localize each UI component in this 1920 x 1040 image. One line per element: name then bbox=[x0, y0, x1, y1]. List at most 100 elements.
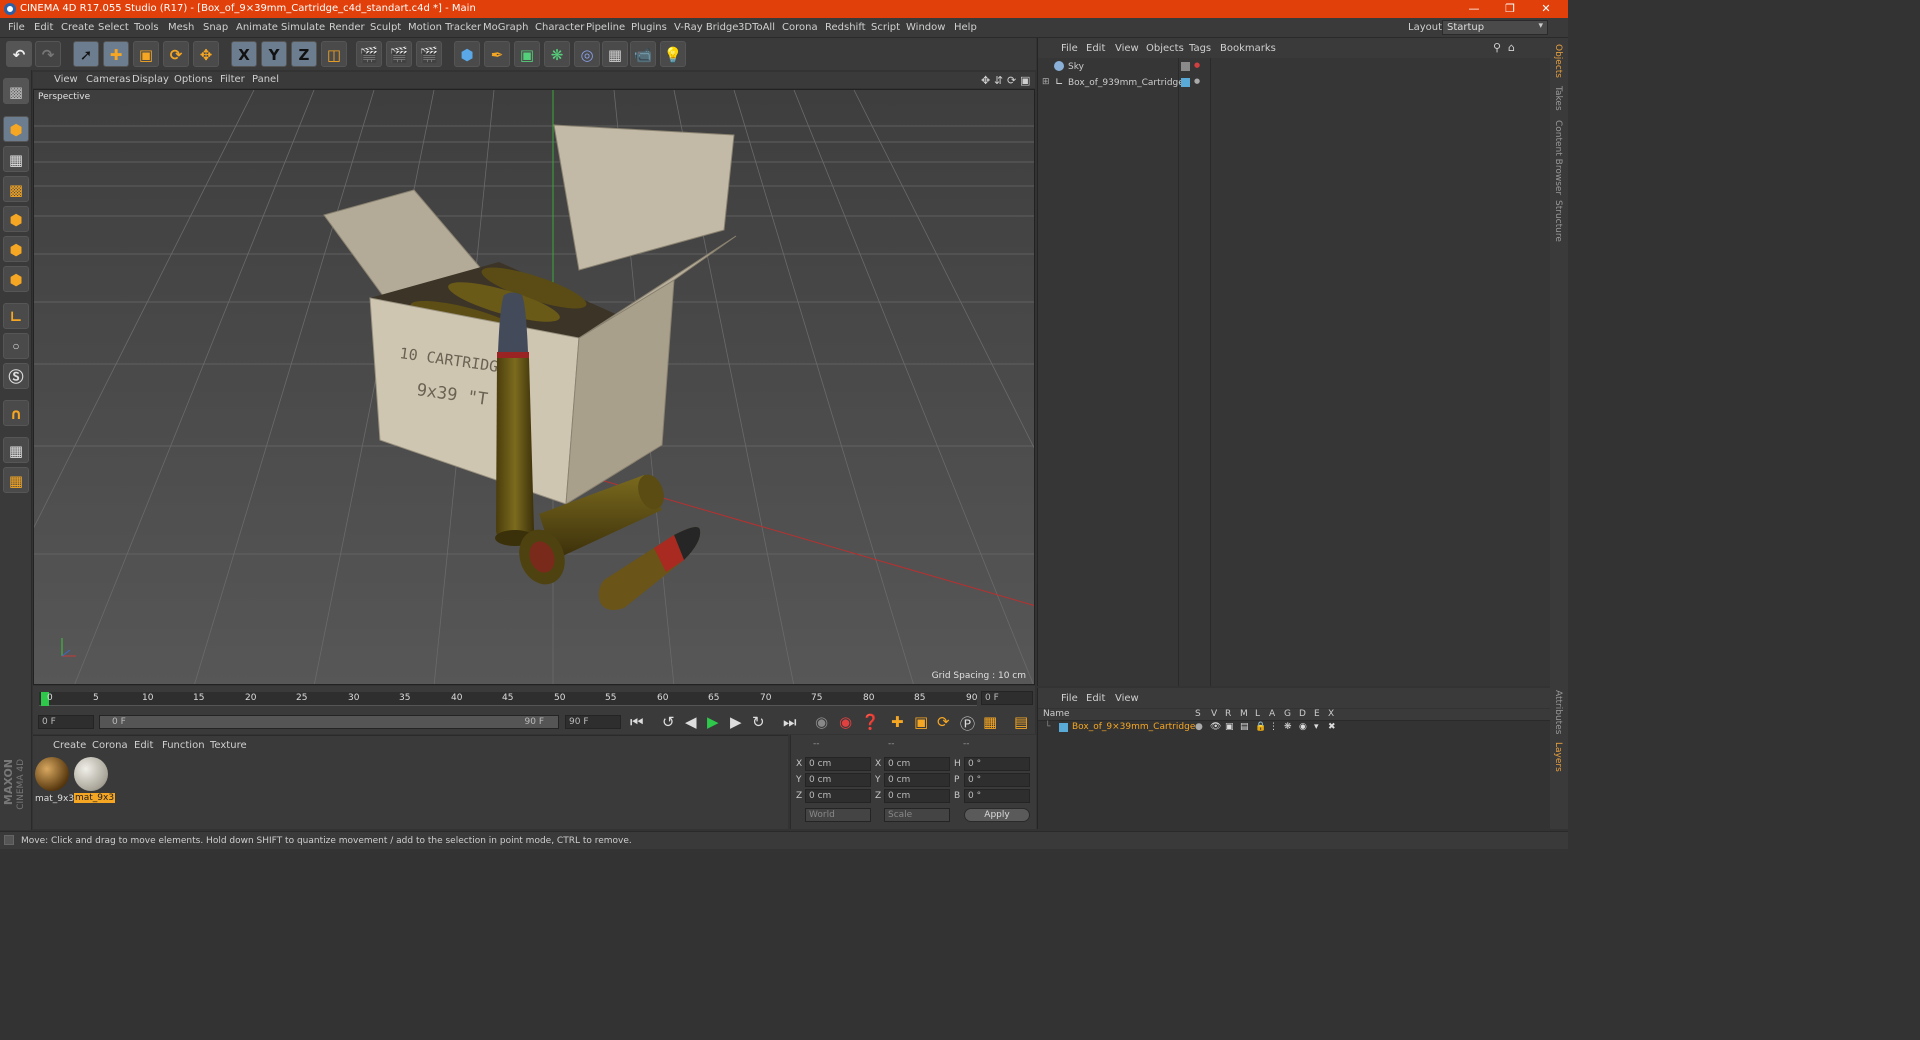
object-menu-edit[interactable]: Edit bbox=[1086, 43, 1105, 54]
viewport-menu-display[interactable]: Display bbox=[132, 74, 169, 85]
menu-edit[interactable]: Edit bbox=[34, 22, 53, 33]
menu-corona[interactable]: Corona bbox=[782, 22, 818, 33]
floor-button[interactable]: ▦ bbox=[602, 41, 628, 67]
layer-flag-lock-icon[interactable]: 🔒 bbox=[1255, 722, 1266, 732]
menu-character[interactable]: Character bbox=[535, 22, 584, 33]
layer-flag-view-icon[interactable]: 👁 bbox=[1210, 722, 1221, 732]
timeline-ruler[interactable]: 0 5 10 15 20 25 30 35 40 45 50 55 60 65 … bbox=[33, 686, 1035, 712]
polygons-mode-button[interactable]: ⬢ bbox=[3, 266, 29, 292]
viewport-nav-zoom-icon[interactable]: ⇵ bbox=[994, 74, 1003, 87]
coord-mode-dropdown[interactable]: World bbox=[805, 808, 871, 822]
material-menu-texture[interactable]: Texture bbox=[210, 740, 247, 751]
cloner-button[interactable]: ❋ bbox=[544, 41, 570, 67]
apply-button[interactable]: Apply bbox=[964, 808, 1030, 822]
render-view-button[interactable]: 🎬 bbox=[356, 41, 382, 67]
camera-button[interactable]: 📹 bbox=[630, 41, 656, 67]
layer-flag-xref-icon[interactable]: ✖ bbox=[1328, 722, 1336, 732]
redo-button[interactable]: ↷ bbox=[35, 41, 61, 67]
key-position-icon[interactable]: ✚ bbox=[891, 713, 904, 731]
layer-row[interactable]: └ Box_of_9×39mm_Cartridge ● 👁 ▣ ▤ 🔒 ⋮ ❋ … bbox=[1038, 722, 1551, 734]
menu-plugins[interactable]: Plugins bbox=[631, 22, 667, 33]
position-y-field[interactable]: 0 cm bbox=[805, 773, 871, 787]
tab-structure[interactable]: Structure bbox=[1553, 200, 1563, 242]
frame-range-slider[interactable]: 0 F 90 F bbox=[99, 715, 559, 729]
layer-flag-animation-icon[interactable]: ⋮ bbox=[1269, 722, 1278, 732]
viewport-menu-panel[interactable]: Panel bbox=[252, 74, 279, 85]
layer-flag-expression-icon[interactable]: ▾ bbox=[1314, 722, 1319, 732]
scale-tool-button[interactable]: ▣ bbox=[133, 41, 159, 67]
tab-layers[interactable]: Layers bbox=[1553, 742, 1563, 772]
restore-button[interactable]: ❐ bbox=[1492, 0, 1528, 18]
material-thumbnail-brass[interactable] bbox=[35, 757, 69, 791]
viewport-menu-view[interactable]: View bbox=[54, 74, 78, 85]
previous-frame-icon[interactable]: ◀ bbox=[685, 713, 697, 731]
object-menu-tags[interactable]: Tags bbox=[1189, 43, 1211, 54]
previous-key-icon[interactable]: ↺ bbox=[662, 713, 675, 731]
next-key-icon[interactable]: ↻ bbox=[752, 713, 765, 731]
keyframe-selection-icon[interactable]: ❓ bbox=[861, 713, 880, 731]
model-mode-button[interactable]: ⬢ bbox=[3, 116, 29, 142]
size-z-field[interactable]: 0 cm bbox=[884, 789, 950, 803]
move-tool-button[interactable]: ✚ bbox=[103, 41, 129, 67]
current-frame-field[interactable]: 0 F bbox=[981, 691, 1033, 705]
next-frame-icon[interactable]: ▶ bbox=[730, 713, 742, 731]
coordinate-system-button[interactable]: ◫ bbox=[321, 41, 347, 67]
menu-vray-bridge[interactable]: V-Ray Bridge bbox=[674, 22, 738, 33]
edges-mode-button[interactable]: ⬢ bbox=[3, 236, 29, 262]
workplane-mode-button[interactable]: ▩ bbox=[3, 176, 29, 202]
layer-flag-render-icon[interactable]: ▣ bbox=[1225, 722, 1234, 732]
timeline-window-icon[interactable]: ▤ bbox=[1014, 713, 1028, 731]
perspective-viewport[interactable]: 10 CARTRIDG 9x39 "T Perspective Grid Spa… bbox=[33, 89, 1035, 685]
tab-takes[interactable]: Takes bbox=[1553, 86, 1563, 111]
object-menu-bookmarks[interactable]: Bookmarks bbox=[1220, 43, 1276, 54]
close-button[interactable]: ✕ bbox=[1528, 0, 1564, 18]
menu-tools[interactable]: Tools bbox=[134, 22, 159, 33]
axis-z-button[interactable]: Z bbox=[291, 41, 317, 67]
position-z-field[interactable]: 0 cm bbox=[805, 789, 871, 803]
viewport-maximize-icon[interactable]: ▣ bbox=[1020, 74, 1030, 87]
key-rotation-icon[interactable]: ⟳ bbox=[937, 713, 950, 731]
select-tool-button[interactable]: ➚ bbox=[73, 41, 99, 67]
lock-workplane-button[interactable]: ▦ bbox=[3, 437, 29, 463]
menu-create[interactable]: Create bbox=[61, 22, 94, 33]
material-menu-edit[interactable]: Edit bbox=[134, 740, 153, 751]
key-pla-icon[interactable]: ▦ bbox=[983, 713, 997, 731]
visibility-dots-icon[interactable]: ● bbox=[1194, 61, 1200, 69]
light-button[interactable]: 💡 bbox=[660, 41, 686, 67]
layer-menu-view[interactable]: View bbox=[1115, 693, 1139, 704]
menu-motion-tracker[interactable]: Motion Tracker bbox=[408, 22, 481, 33]
rotation-p-field[interactable]: 0 ° bbox=[964, 773, 1030, 787]
key-parameter-icon[interactable]: Ⓟ bbox=[960, 713, 975, 734]
viewport-menu-filter[interactable]: Filter bbox=[220, 74, 245, 85]
play-icon[interactable]: ▶ bbox=[707, 713, 719, 731]
size-y-field[interactable]: 0 cm bbox=[884, 773, 950, 787]
position-x-field[interactable]: 0 cm bbox=[805, 757, 871, 771]
size-x-field[interactable]: 0 cm bbox=[884, 757, 950, 771]
timeline-track[interactable]: 0 5 10 15 20 25 30 35 40 45 50 55 60 65 … bbox=[39, 692, 977, 706]
object-menu-view[interactable]: View bbox=[1115, 43, 1139, 54]
make-editable-button[interactable]: ▩ bbox=[3, 78, 29, 104]
menu-select[interactable]: Select bbox=[98, 22, 129, 33]
rotate-tool-button[interactable]: ⟳ bbox=[163, 41, 189, 67]
tab-objects[interactable]: Objects bbox=[1553, 44, 1563, 78]
material-name[interactable]: mat_9x3 bbox=[35, 794, 74, 804]
tweak-mode-button[interactable]: ◦ bbox=[3, 333, 29, 359]
expand-icon[interactable]: ⊞ bbox=[1042, 77, 1050, 87]
axis-x-button[interactable]: X bbox=[231, 41, 257, 67]
menu-sculpt[interactable]: Sculpt bbox=[370, 22, 401, 33]
cube-primitive-button[interactable]: ⬢ bbox=[454, 41, 480, 67]
menu-window[interactable]: Window bbox=[906, 22, 945, 33]
render-picture-viewer-button[interactable]: 🎬 bbox=[386, 41, 412, 67]
menu-pipeline[interactable]: Pipeline bbox=[586, 22, 625, 33]
material-name-selected[interactable]: mat_9x3 bbox=[74, 793, 116, 803]
texture-mode-button[interactable]: ▦ bbox=[3, 146, 29, 172]
viewport-nav-move-icon[interactable]: ✥ bbox=[981, 74, 990, 87]
start-frame-field[interactable]: 0 F bbox=[38, 715, 94, 729]
points-mode-button[interactable]: ⬢ bbox=[3, 206, 29, 232]
viewport-nav-rotate-icon[interactable]: ⟳ bbox=[1007, 74, 1016, 87]
deformer-button[interactable]: ◎ bbox=[574, 41, 600, 67]
autokey-icon[interactable]: ◉ bbox=[839, 713, 852, 731]
object-row-box[interactable]: ⊞ ∟ Box_of_939mm_Cartridge ● bbox=[1038, 76, 1551, 92]
size-mode-dropdown[interactable]: Scale bbox=[884, 808, 950, 822]
go-to-start-icon[interactable]: ⏮ bbox=[630, 713, 644, 731]
